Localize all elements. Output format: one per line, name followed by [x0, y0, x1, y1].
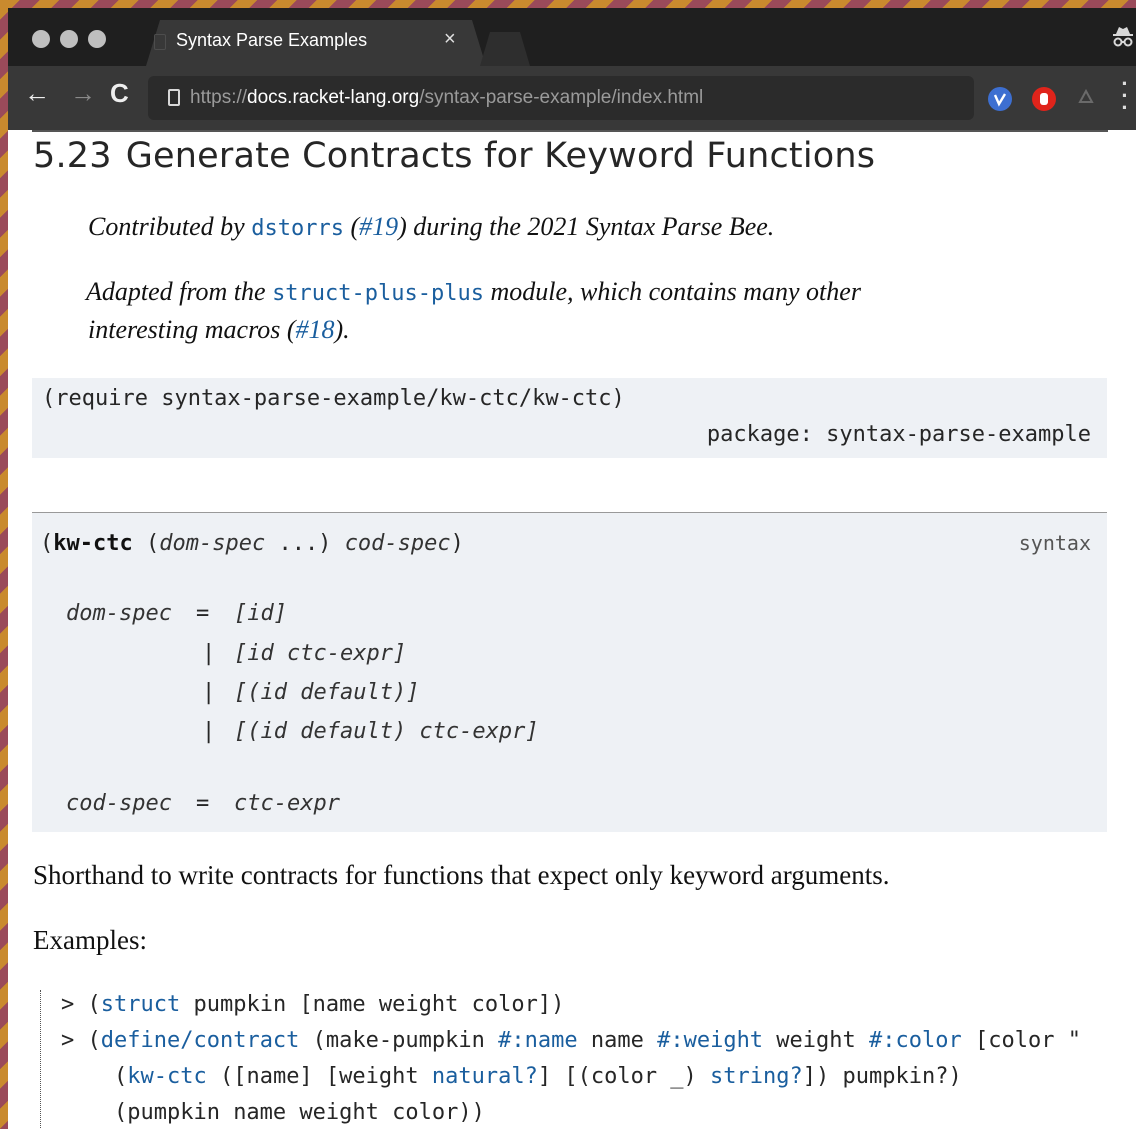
keyword-link[interactable]: string?	[710, 1064, 803, 1089]
grammar-rhs: [id]	[234, 601, 287, 626]
contributed-by-text: Contributed by dstorrs (#19) during the …	[88, 212, 775, 241]
section-title: Generate Contracts for Keyword Functions	[125, 136, 876, 176]
adapted-from-text: Adapted from the struct-plus-plus module…	[86, 277, 861, 306]
examples-block: > (struct pumpkin [name weight color]) >…	[40, 990, 1136, 1129]
browser-window: Syntax Parse Examples × ← → C https://do…	[8, 8, 1136, 1129]
back-button[interactable]: ←	[24, 78, 50, 109]
page-info-icon[interactable]	[168, 89, 180, 106]
example-line-3: (kw-ctc ([name] [weight natural?] [(colo…	[113, 1064, 962, 1089]
examples-label: Examples:	[33, 925, 147, 955]
grammar-bar: |	[202, 641, 216, 666]
grammar-rhs: [(id default)]	[234, 680, 420, 705]
page-favicon-icon	[154, 34, 166, 50]
syntax-kind-label: syntax	[1018, 531, 1091, 555]
adapted-from-text-line2: interesting macros (#18).	[88, 315, 350, 344]
close-tab-icon[interactable]: ×	[444, 28, 456, 51]
section-heading: 5.23 Generate Contracts for Keyword Funct…	[33, 136, 875, 176]
description-text: Shorthand to write contracts for functio…	[33, 860, 890, 890]
page-content: 5.23 Generate Contracts for Keyword Funct…	[8, 130, 1136, 1129]
address-bar[interactable]: https://docs.racket-lang.org/syntax-pars…	[148, 76, 974, 120]
maximize-window-button[interactable]	[88, 30, 106, 48]
package-label: package:	[706, 422, 813, 447]
grammar-rhs: [id ctc-expr]	[234, 641, 407, 666]
section-rule	[32, 130, 1108, 132]
reload-button[interactable]: C	[110, 78, 129, 109]
require-form: (require syntax-parse-example/kw-ctc/kw-…	[42, 386, 625, 411]
grammar-eq: =	[196, 791, 210, 816]
vpn-extension-icon[interactable]	[988, 87, 1012, 111]
module-link[interactable]: struct-plus-plus	[272, 281, 484, 306]
forward-button[interactable]: →	[70, 78, 96, 109]
browser-menu-icon[interactable]: · · ·	[1120, 73, 1130, 119]
tab-title: Syntax Parse Examples	[176, 30, 368, 50]
grammar-eq: =	[196, 601, 210, 626]
author-link[interactable]: dstorrs	[251, 216, 344, 241]
require-block: (require syntax-parse-example/kw-ctc/kw-…	[32, 378, 1107, 458]
syntax-definition-block: (kw-ctc (dom-spec ...) cod-spec) syntax …	[32, 512, 1107, 832]
keyword-link[interactable]: struct	[101, 992, 180, 1017]
url-text[interactable]: https://docs.racket-lang.org/syntax-pars…	[190, 87, 703, 109]
grammar-lhs-dom-spec: dom-spec	[66, 601, 172, 626]
issue-link-19[interactable]: #19	[359, 212, 398, 241]
section-number: 5.23	[33, 136, 112, 176]
issue-link-18[interactable]: #18	[296, 315, 335, 344]
example-line-4: (pumpkin name weight color))	[113, 1100, 485, 1125]
recycle-extension-icon[interactable]	[1074, 87, 1098, 111]
incognito-icon	[1112, 24, 1134, 60]
example-line-2: > (define/contract (make-pumpkin #:name …	[61, 1028, 1081, 1053]
adblock-extension-icon[interactable]	[1032, 87, 1056, 111]
minimize-window-button[interactable]	[60, 30, 78, 48]
syntax-signature: (kw-ctc (dom-spec ...) cod-spec)	[40, 531, 464, 556]
close-window-button[interactable]	[32, 30, 50, 48]
tab-bar: Syntax Parse Examples ×	[8, 8, 1136, 66]
browser-toolbar: ← → C https://docs.racket-lang.org/synta…	[8, 66, 1136, 130]
grammar-rhs: [(id default) ctc-expr]	[234, 719, 539, 744]
grammar-bar: |	[202, 680, 216, 705]
package-name: syntax-parse-example	[826, 422, 1091, 447]
keyword-link[interactable]: natural?	[432, 1064, 538, 1089]
package-info: package: syntax-parse-example	[707, 422, 1091, 447]
keyword-link[interactable]: kw-ctc	[127, 1064, 206, 1089]
grammar-lhs-cod-spec: cod-spec	[66, 791, 172, 816]
new-tab-button[interactable]	[480, 32, 530, 66]
grammar-rhs: ctc-expr	[234, 791, 340, 816]
keyword-link[interactable]: define/contract	[101, 1028, 300, 1053]
grammar-bar: |	[202, 719, 216, 744]
example-line-1: > (struct pumpkin [name weight color])	[61, 992, 565, 1017]
form-name: kw-ctc	[53, 531, 133, 556]
